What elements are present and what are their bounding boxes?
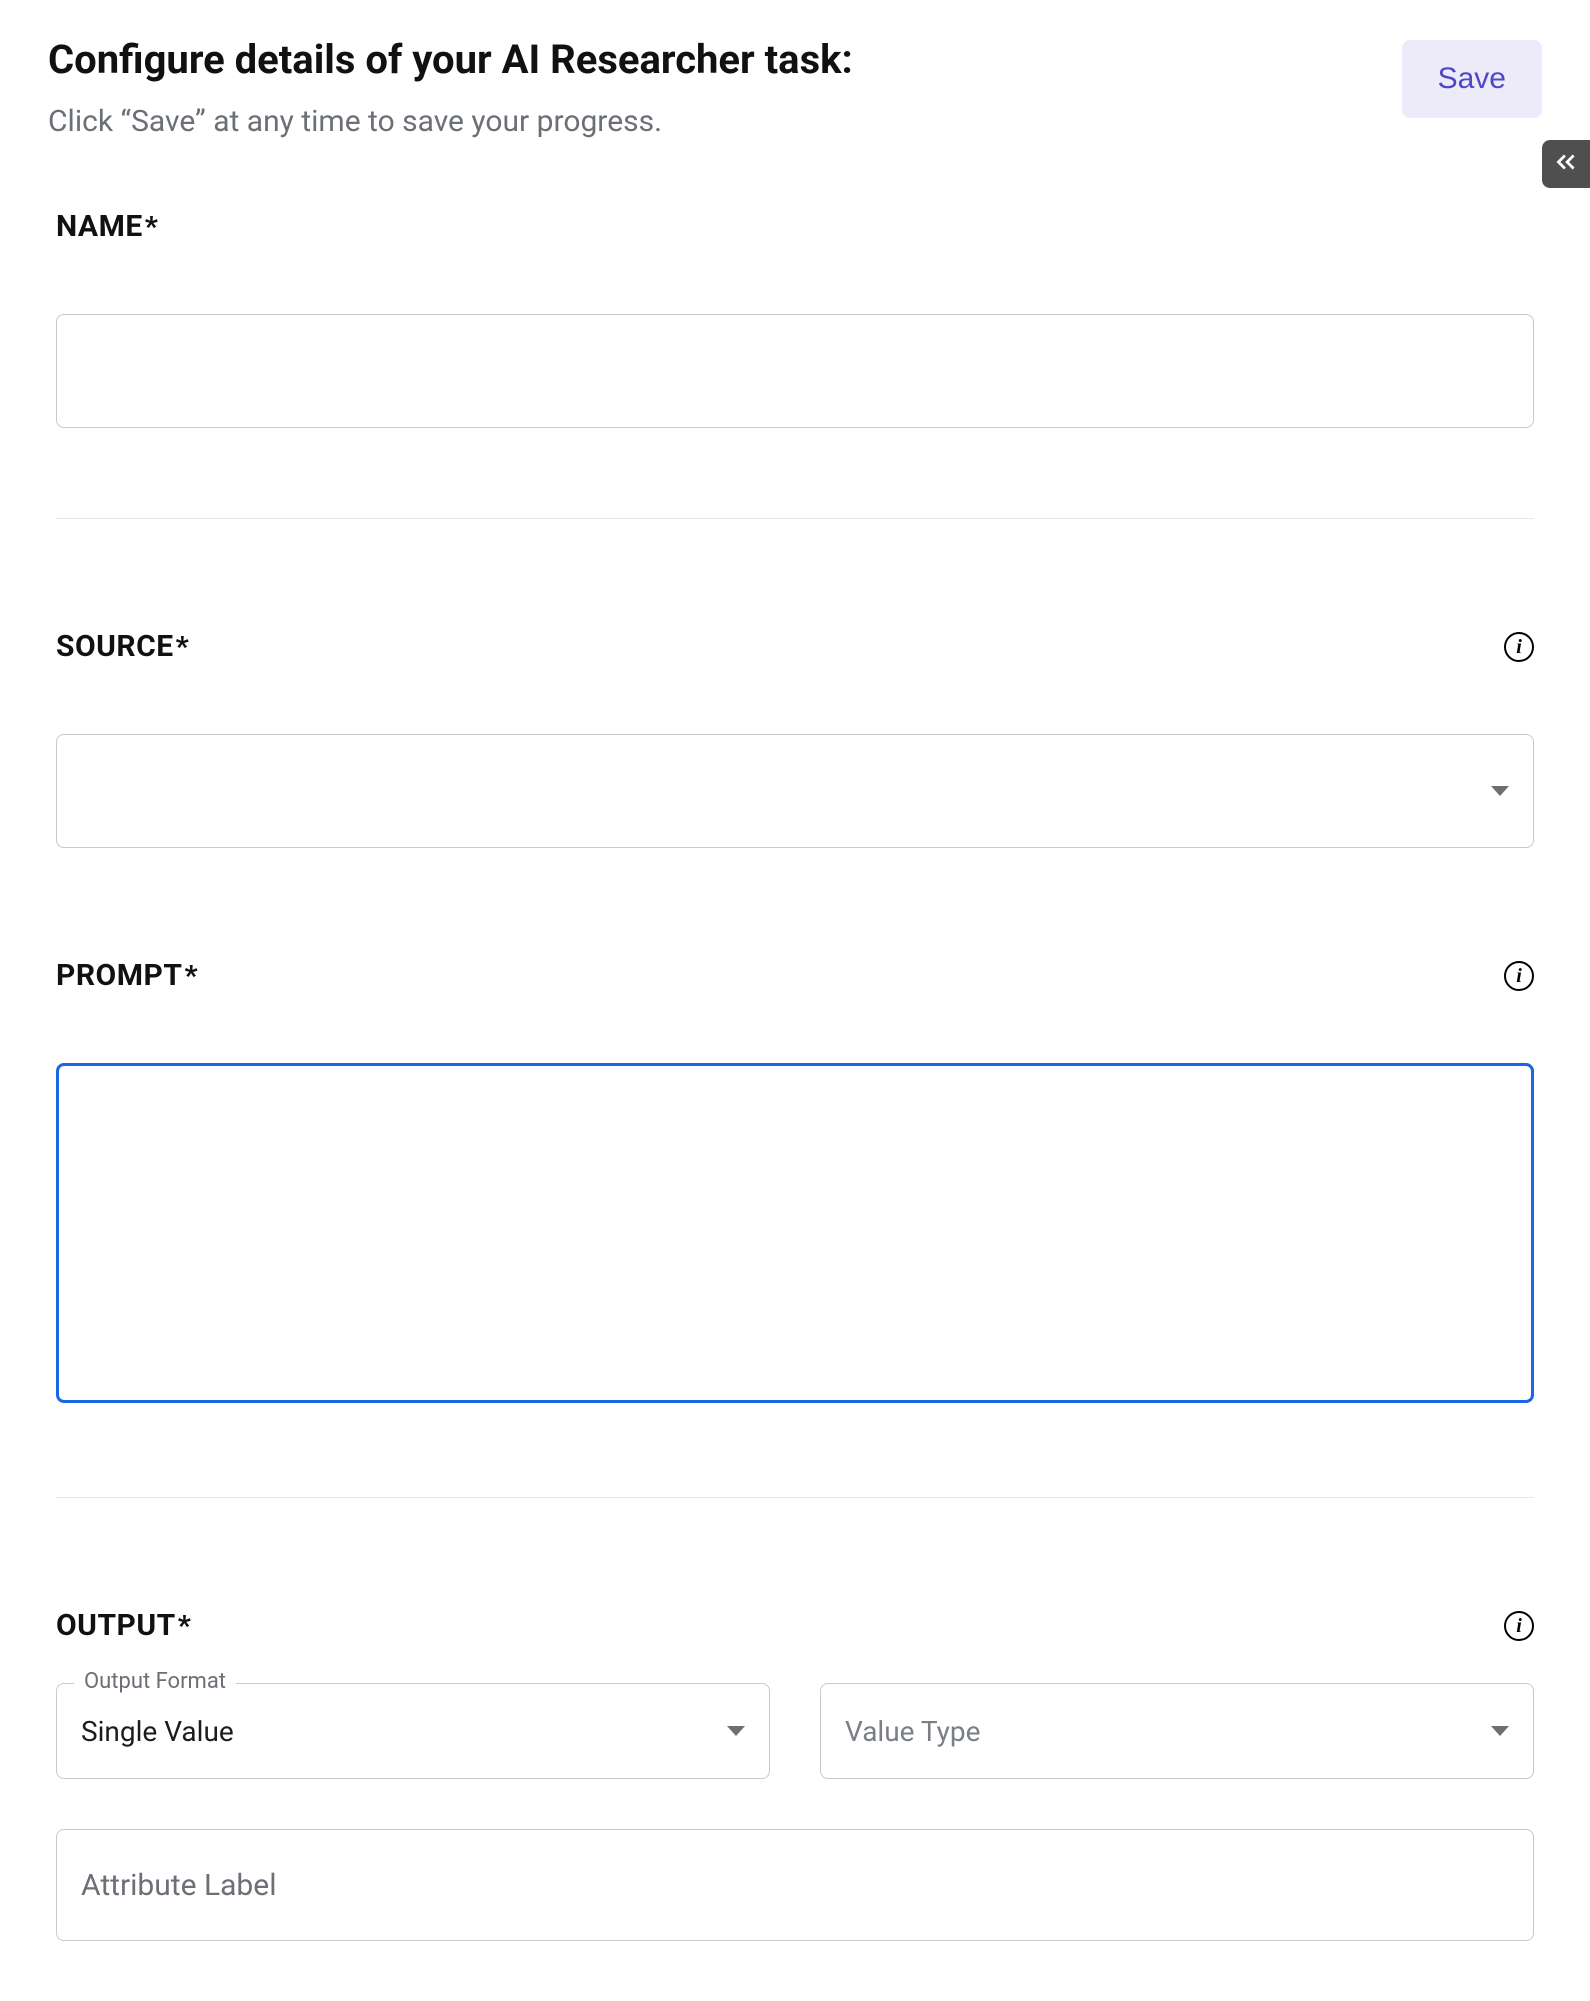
source-label: SOURCE * (56, 629, 189, 664)
value-type-select[interactable]: Value Type (820, 1683, 1534, 1779)
collapse-panel-button[interactable] (1542, 140, 1590, 188)
name-label: NAME * (56, 209, 158, 244)
output-label-text: OUTPUT (56, 1608, 176, 1643)
output-format-select[interactable]: Single Value (56, 1683, 770, 1779)
attribute-label-placeholder: Attribute Label (81, 1868, 276, 1903)
prompt-textarea[interactable] (56, 1063, 1534, 1403)
name-input[interactable] (56, 314, 1534, 428)
prompt-label: PROMPT * (56, 958, 198, 993)
page-title: Configure details of your AI Researcher … (48, 36, 853, 84)
caret-down-icon (727, 1726, 745, 1736)
page-subtitle: Click “Save” at any time to save your pr… (48, 104, 853, 139)
chevron-double-left-icon (1553, 149, 1579, 179)
output-format-floating-label: Output Format (74, 1669, 236, 1694)
source-select[interactable] (56, 734, 1534, 848)
caret-down-icon (1491, 786, 1509, 796)
output-label: OUTPUT * (56, 1608, 191, 1643)
section-divider (56, 1497, 1534, 1498)
name-label-text: NAME (56, 209, 143, 244)
save-button[interactable]: Save (1402, 40, 1542, 118)
info-icon[interactable]: i (1504, 632, 1534, 662)
output-format-value: Single Value (81, 1715, 234, 1748)
required-marker: * (145, 210, 159, 243)
required-marker: * (184, 959, 198, 992)
info-icon[interactable]: i (1504, 961, 1534, 991)
required-marker: * (178, 1609, 192, 1642)
prompt-label-text: PROMPT (56, 958, 182, 993)
section-divider (56, 518, 1534, 519)
required-marker: * (176, 630, 190, 663)
attribute-label-input[interactable]: Attribute Label (56, 1829, 1534, 1941)
value-type-placeholder: Value Type (845, 1715, 980, 1748)
caret-down-icon (1491, 1726, 1509, 1736)
source-label-text: SOURCE (56, 629, 174, 664)
info-icon[interactable]: i (1504, 1611, 1534, 1641)
